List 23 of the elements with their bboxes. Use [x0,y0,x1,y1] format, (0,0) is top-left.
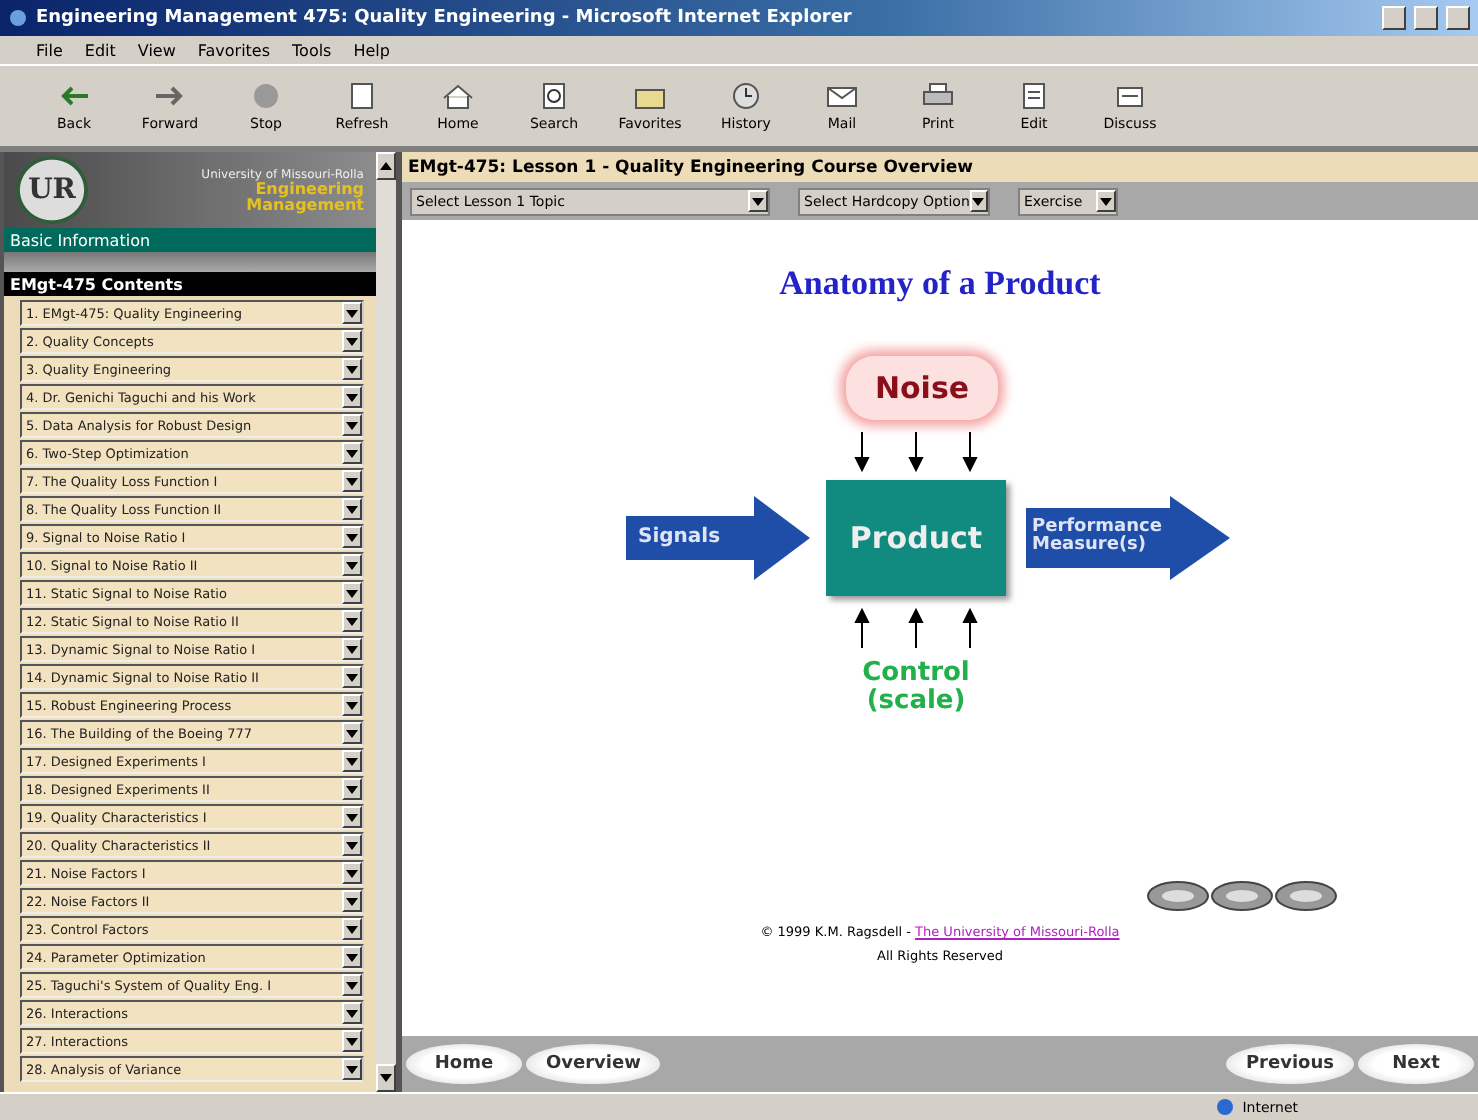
section-link[interactable]: Basic Information [4,228,376,252]
signals-label: Signals [638,527,721,549]
menu-item[interactable]: View [137,41,176,59]
menu-item[interactable]: Favorites [197,41,271,59]
nav-button[interactable]: Overview [526,1044,661,1084]
menu-item[interactable]: Tools [292,41,332,59]
scale-label: (scale) [866,687,966,715]
nav-button[interactable]: Previous [1225,1044,1354,1084]
university-seal: UR [16,156,88,224]
contents-heading: EMgt-475 Contents [4,272,376,296]
nav-button[interactable]: Home [406,1044,522,1084]
control-label: Control [862,660,970,688]
nav-button[interactable]: Next [1358,1044,1474,1084]
product-box: Product [826,480,1006,596]
department-name: Engineering Management [246,181,364,213]
performance-label: Performance Measure(s) [1032,519,1164,557]
menu-item[interactable]: Edit [84,41,116,59]
menu-item[interactable]: Help [353,41,390,59]
window-title: Engineering Management 475: Quality Engineering - Microsoft Internet Explorer [36,8,854,28]
page-title: Anatomy of a Product [779,264,1101,304]
lesson-header: EMgt-475: Lesson 1 - Quality Engineering Course Overview [402,152,1478,182]
menu-item[interactable]: File [36,41,63,59]
noise-label: Noise [846,356,998,420]
